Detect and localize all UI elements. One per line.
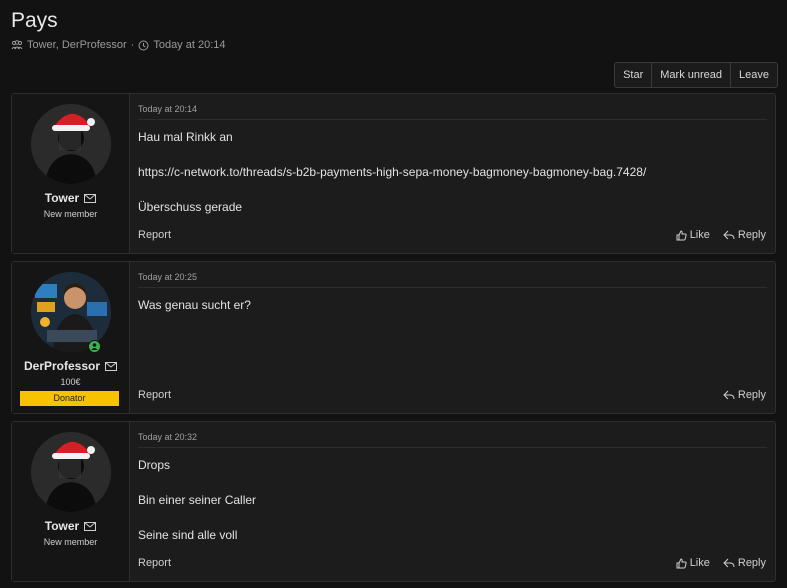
page-title: Pays bbox=[11, 9, 58, 32]
mark-unread-button[interactable]: Mark unread bbox=[651, 63, 730, 87]
donator-badge: Donator bbox=[20, 391, 119, 406]
username: DerProfessor bbox=[12, 359, 129, 373]
report-link[interactable]: Report bbox=[138, 557, 171, 569]
envelope-icon[interactable] bbox=[84, 193, 97, 203]
message-actions: Reply bbox=[723, 389, 766, 401]
clock-icon bbox=[138, 40, 149, 50]
message-link[interactable]: https://c-network.to/threads/s-b2b-payme… bbox=[138, 165, 646, 179]
report-link[interactable]: Report bbox=[138, 229, 171, 241]
message-text: Überschuss gerade bbox=[138, 200, 243, 214]
message-time[interactable]: Today at 20:32 bbox=[138, 432, 197, 442]
divider bbox=[138, 447, 767, 448]
divider bbox=[138, 287, 767, 288]
message-user-panel: Tower New member bbox=[12, 422, 130, 581]
thread-start-time[interactable]: Today at 20:14 bbox=[153, 39, 225, 51]
avatar[interactable] bbox=[31, 432, 111, 512]
thread-participants[interactable]: Tower, DerProfessor bbox=[27, 39, 127, 51]
message-user-panel: DerProfessor 100€ Donator bbox=[12, 262, 130, 413]
like-button[interactable]: Like bbox=[676, 557, 710, 569]
report-link[interactable]: Report bbox=[138, 389, 171, 401]
message-actions: Like Reply bbox=[676, 229, 766, 241]
username-link[interactable]: DerProfessor bbox=[24, 359, 100, 373]
message-time[interactable]: Today at 20:14 bbox=[138, 104, 197, 114]
username-link[interactable]: Tower bbox=[45, 191, 79, 205]
user-title: New member bbox=[43, 209, 98, 219]
thumbs-up-icon bbox=[676, 557, 687, 568]
username-link[interactable]: Tower bbox=[45, 519, 79, 533]
reply-button[interactable]: Reply bbox=[723, 557, 766, 569]
reply-label: Reply bbox=[737, 557, 766, 569]
message-3: Tower New member Today at 20:32 Drops Bi… bbox=[11, 421, 776, 582]
thumbs-up-icon bbox=[676, 229, 687, 240]
message-text: Bin einer seiner Caller bbox=[138, 493, 257, 507]
message-time[interactable]: Today at 20:25 bbox=[138, 272, 197, 282]
username: Tower bbox=[12, 519, 129, 533]
message-content: Today at 20:14 Hau mal Rinkk an https://… bbox=[130, 94, 775, 253]
users-icon bbox=[11, 40, 23, 50]
message-text: Was genau sucht er? bbox=[138, 298, 251, 312]
online-status-icon bbox=[88, 340, 101, 353]
reply-button[interactable]: Reply bbox=[723, 389, 766, 401]
reply-icon bbox=[723, 230, 735, 240]
star-button[interactable]: Star bbox=[615, 63, 651, 87]
meta-separator: · bbox=[130, 39, 135, 51]
message-actions: Like Reply bbox=[676, 557, 766, 569]
reply-label: Reply bbox=[737, 389, 766, 401]
reply-icon bbox=[723, 558, 735, 568]
user-title: New member bbox=[43, 537, 98, 547]
message-text: Hau mal Rinkk an bbox=[138, 130, 233, 144]
like-button[interactable]: Like bbox=[676, 229, 710, 241]
reply-label: Reply bbox=[737, 229, 766, 241]
message-content: Today at 20:25 Was genau sucht er? Repor… bbox=[130, 262, 775, 413]
like-label: Like bbox=[689, 229, 710, 241]
envelope-icon[interactable] bbox=[84, 521, 97, 531]
message-2: DerProfessor 100€ Donator Today at 20:25… bbox=[11, 261, 776, 414]
user-extra: 100€ bbox=[60, 377, 81, 387]
avatar[interactable] bbox=[31, 104, 111, 184]
default-avatar-icon bbox=[31, 104, 111, 184]
reply-icon bbox=[723, 390, 735, 400]
message-text: Seine sind alle voll bbox=[138, 528, 238, 542]
message-text: Drops bbox=[138, 458, 171, 472]
like-label: Like bbox=[689, 557, 710, 569]
reply-button[interactable]: Reply bbox=[723, 229, 766, 241]
leave-button[interactable]: Leave bbox=[730, 63, 777, 87]
divider bbox=[138, 119, 767, 120]
default-avatar-icon bbox=[31, 432, 111, 512]
thread-meta: Tower, DerProfessor · Today at 20:14 bbox=[11, 39, 226, 51]
username: Tower bbox=[12, 191, 129, 205]
message-user-panel: Tower New member bbox=[12, 94, 130, 253]
thread-actions: Star Mark unread Leave bbox=[614, 62, 778, 88]
envelope-icon[interactable] bbox=[105, 361, 118, 371]
message-content: Today at 20:32 Drops Bin einer seiner Ca… bbox=[130, 422, 775, 581]
message-1: Tower New member Today at 20:14 Hau mal … bbox=[11, 93, 776, 254]
